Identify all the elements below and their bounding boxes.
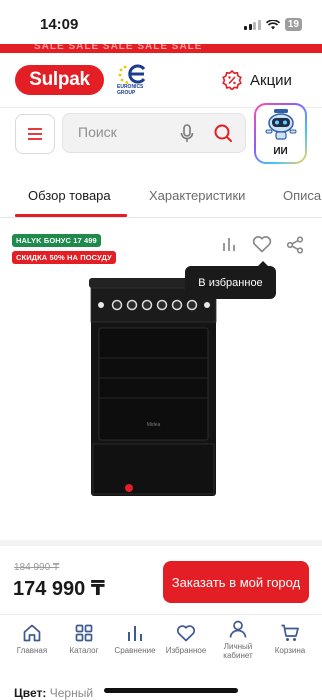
- euronics-logo: EURONICS GROUP: [117, 63, 157, 97]
- active-tab-indicator: [15, 214, 127, 217]
- user-icon: [229, 620, 247, 638]
- nav-label-catalog: Каталог: [69, 646, 99, 655]
- ai-label: ИИ: [273, 146, 288, 157]
- cart-icon: [281, 624, 299, 641]
- old-price: 184 990 ₸: [14, 562, 60, 573]
- nav-item-favorites[interactable]: Избранное: [160, 623, 212, 655]
- tab-description[interactable]: Описа: [283, 188, 321, 203]
- wifi-icon: [265, 19, 280, 29]
- nav-label-favorites: Избранное: [165, 646, 207, 655]
- home-indicator: [104, 688, 238, 693]
- current-price: 174 990 ₸: [13, 578, 105, 600]
- status-bar: 14:09 19: [0, 0, 322, 44]
- euronics-text: EURONICS GROUP: [117, 84, 144, 96]
- favorite-tooltip: В избранное: [185, 261, 276, 299]
- product-image[interactable]: Midea: [89, 278, 218, 500]
- search-icon[interactable]: [213, 123, 233, 143]
- grid-icon: [75, 624, 93, 642]
- hamburger-icon: [28, 128, 42, 140]
- nav-item-catalog[interactable]: Каталог: [58, 623, 110, 655]
- favorite-heart-icon[interactable]: [252, 235, 272, 253]
- nav-label-home: Главная: [16, 646, 48, 655]
- battery-indicator: 19: [284, 18, 302, 31]
- tab-specifications[interactable]: Характеристики: [149, 188, 245, 203]
- compare-icon: [128, 626, 142, 641]
- ai-assistant-button[interactable]: ИИ: [254, 103, 307, 164]
- promo-banner-text: SALE SALE SALE SALE SALE: [34, 44, 203, 52]
- actions-label: Акции: [250, 71, 292, 89]
- nav-item-home[interactable]: Главная: [6, 623, 58, 655]
- status-icons: 19: [244, 18, 302, 31]
- tab-overview[interactable]: Обзор товара: [28, 188, 111, 203]
- share-icon[interactable]: [286, 236, 304, 254]
- sulpak-logo[interactable]: Sulpak: [15, 65, 104, 95]
- color-value: Черный: [49, 686, 94, 700]
- robot-icon: [265, 109, 297, 140]
- promo-banner[interactable]: SALE SALE SALE SALE SALE: [0, 44, 322, 53]
- heart-icon: [176, 625, 196, 642]
- menu-button[interactable]: [15, 114, 55, 154]
- halyk-bonus-badge: HALYK БОНУС 17 499: [12, 234, 101, 247]
- product-tabs: Обзор товара Характеристики Описа: [0, 178, 322, 218]
- order-button[interactable]: Заказать в мой город: [163, 561, 309, 603]
- nav-item-account[interactable]: Личный кабинет: [212, 619, 264, 660]
- nav-item-cart[interactable]: Корзина: [264, 623, 316, 655]
- search-box[interactable]: [62, 113, 246, 153]
- nav-label-cart: Корзина: [274, 646, 306, 655]
- signal-icon: [244, 19, 261, 30]
- compare-icon[interactable]: [222, 236, 236, 252]
- search-input[interactable]: [78, 124, 178, 140]
- actions-link[interactable]: Акции: [222, 70, 292, 90]
- microphone-icon[interactable]: [180, 124, 194, 144]
- brand-label: Midea: [147, 422, 161, 428]
- discount-badge: СКИДКА 50% НА ПОСУДУ: [12, 251, 116, 264]
- header: Sulpak EURONICS GROUP Акции: [0, 60, 322, 100]
- home-icon: [23, 624, 41, 642]
- euronics-star-icon: [118, 64, 146, 84]
- nav-label-account: Личный кабинет: [223, 642, 253, 660]
- color-key: Цвет:: [14, 686, 47, 700]
- color-indicator: [125, 484, 133, 492]
- status-time: 14:09: [40, 16, 79, 33]
- section-divider: [0, 540, 322, 546]
- nav-label-compare: Сравнение: [114, 646, 156, 655]
- discount-badge-icon: [222, 70, 242, 90]
- color-row: Цвет: Черный: [14, 686, 93, 700]
- bottom-navigation: Главная Каталог Сравнение Избранное Личн…: [0, 614, 322, 676]
- nav-item-compare[interactable]: Сравнение: [109, 623, 161, 655]
